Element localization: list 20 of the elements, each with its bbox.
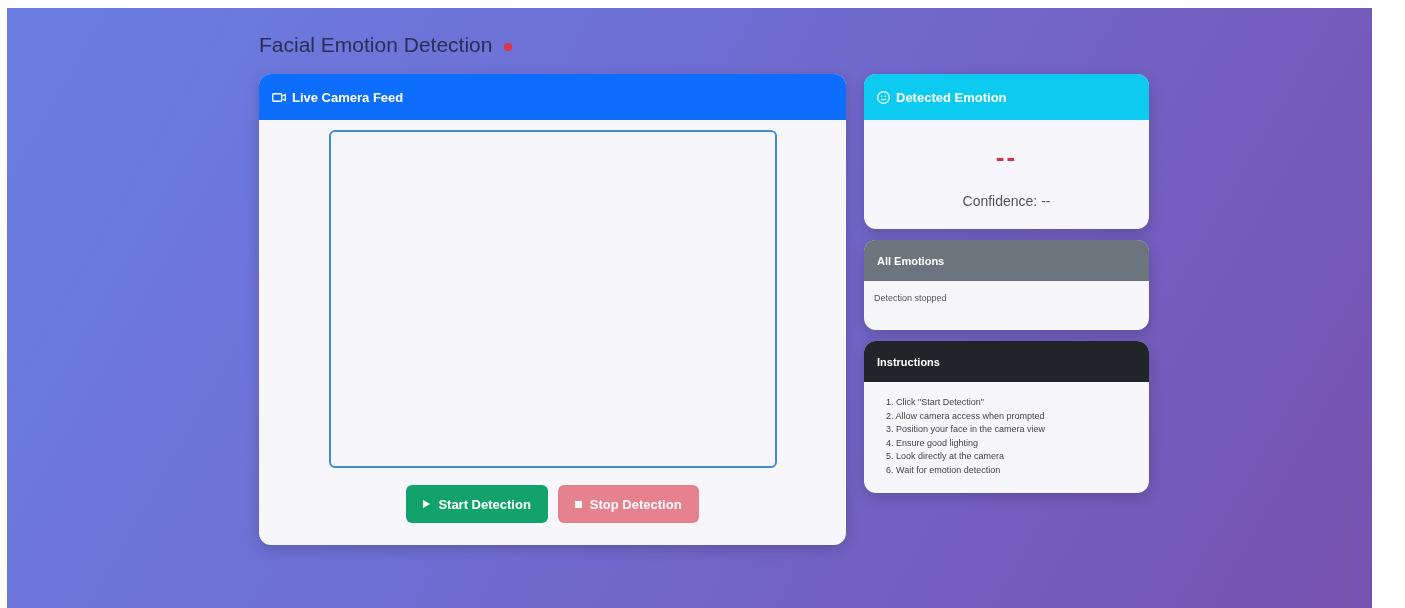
instruction-step: 5. Look directly at the camera <box>886 450 1005 464</box>
play-icon <box>423 500 431 508</box>
page-title: Facial Emotion Detection <box>259 33 493 57</box>
stop-icon <box>574 500 582 508</box>
instruction-step: 3. Position your face in the camera view <box>886 423 1046 437</box>
card-title: Instructions <box>877 355 940 368</box>
start-detection-button[interactable]: Start Detection <box>406 485 548 523</box>
camera-icon <box>272 92 286 102</box>
instruction-step: 2. Allow camera access when prompted <box>886 409 1045 423</box>
card-title: Detected Emotion <box>896 89 1007 105</box>
instruction-step: 4. Ensure good lighting <box>886 436 979 450</box>
confidence-text: Confidence: -- <box>961 193 1052 209</box>
card-title: Live Camera Feed <box>292 89 404 105</box>
status-text: Detection stopped <box>873 292 948 305</box>
emotion-value: -- <box>994 142 1019 173</box>
status-dot-icon <box>504 43 513 51</box>
instruction-step: 1. Click "Start Detection" <box>886 396 984 410</box>
smiley-icon <box>877 90 890 104</box>
instruction-step: 6. Wait for emotion detection <box>886 463 1001 477</box>
card-title: All Emotions <box>877 254 945 267</box>
